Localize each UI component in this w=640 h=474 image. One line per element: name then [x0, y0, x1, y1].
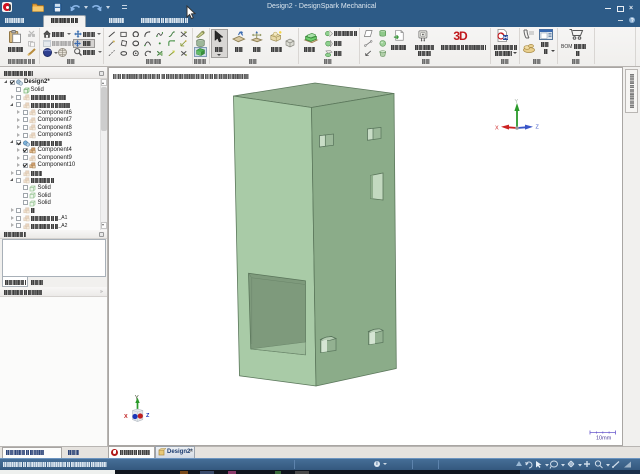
svg-text:Y: Y — [515, 99, 519, 105]
svg-text:Z: Z — [536, 125, 540, 131]
svg-text:X: X — [495, 126, 499, 132]
svg-text:X: X — [124, 414, 128, 420]
svg-text:Z: Z — [146, 413, 150, 419]
svg-text:10mm: 10mm — [596, 436, 612, 442]
svg-text:Y: Y — [135, 396, 139, 402]
